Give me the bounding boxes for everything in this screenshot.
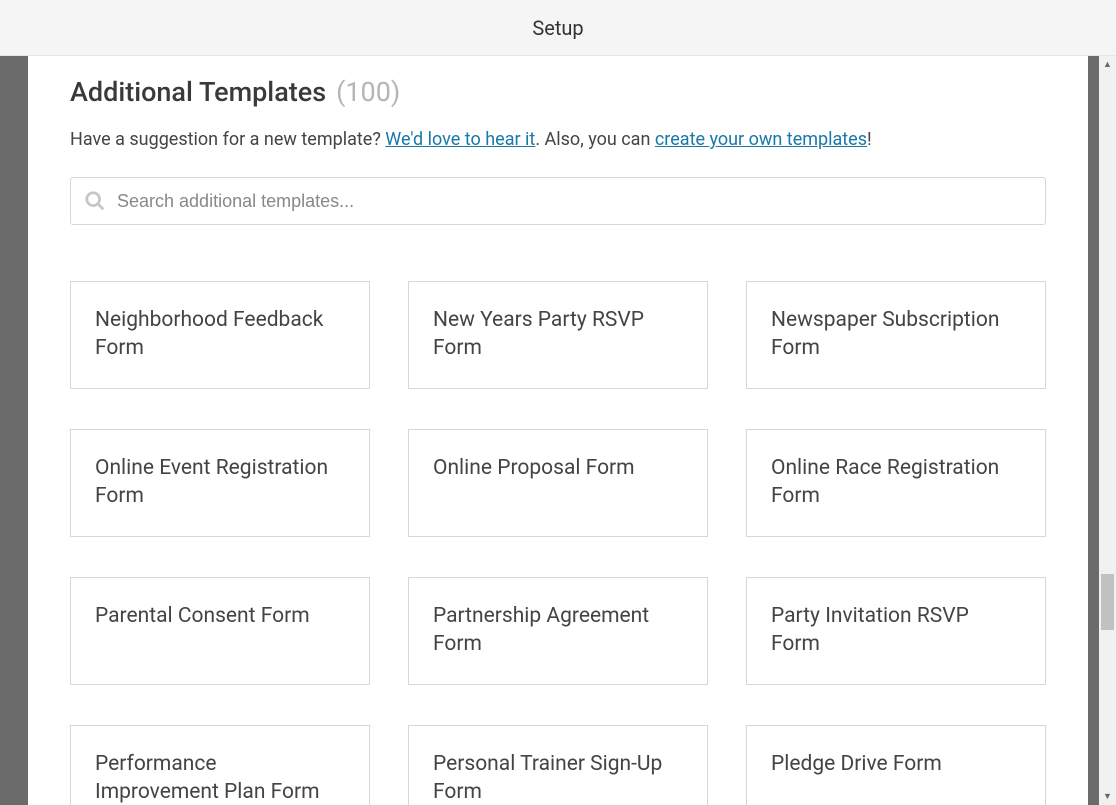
header-bar: Setup xyxy=(0,0,1116,56)
template-card[interactable]: Personal Trainer Sign-Up Form xyxy=(408,725,708,805)
template-label: Neighborhood Feedback Form xyxy=(95,306,345,363)
template-card[interactable]: Parental Consent Form xyxy=(70,577,370,685)
suggestion-link[interactable]: We'd love to hear it xyxy=(385,129,535,150)
template-label: Online Event Registration Form xyxy=(95,454,345,511)
template-card[interactable]: Performance Improvement Plan Form xyxy=(70,725,370,805)
template-card[interactable]: Party Invitation RSVP Form xyxy=(746,577,1046,685)
template-label: Newspaper Subscription Form xyxy=(771,306,1021,363)
template-card[interactable]: Newspaper Subscription Form xyxy=(746,281,1046,389)
page-title-row: Additional Templates (100) xyxy=(70,76,1046,108)
template-label: New Years Party RSVP Form xyxy=(433,306,683,363)
subhead-text: Have a suggestion for a new template? We… xyxy=(70,126,1046,153)
content-outer: Additional Templates (100) Have a sugges… xyxy=(0,56,1116,805)
template-label: Personal Trainer Sign-Up Form xyxy=(433,750,683,805)
template-card[interactable]: Pledge Drive Form xyxy=(746,725,1046,805)
template-label: Performance Improvement Plan Form xyxy=(95,750,345,805)
main-panel: Additional Templates (100) Have a sugges… xyxy=(28,56,1088,805)
scrollbar-track[interactable]: ▲ ▼ xyxy=(1099,56,1116,805)
search-input[interactable] xyxy=(70,177,1046,225)
template-label: Online Race Registration Form xyxy=(771,454,1021,511)
subhead-before: Have a suggestion for a new template? xyxy=(70,129,385,150)
search-wrap xyxy=(70,177,1046,225)
left-gutter xyxy=(0,56,28,805)
template-card[interactable]: Online Event Registration Form xyxy=(70,429,370,537)
template-card[interactable]: Partnership Agreement Form xyxy=(408,577,708,685)
template-card[interactable]: Online Proposal Form xyxy=(408,429,708,537)
scrollbar-down-icon[interactable]: ▼ xyxy=(1099,788,1116,805)
template-label: Partnership Agreement Form xyxy=(433,602,683,659)
template-card[interactable]: Online Race Registration Form xyxy=(746,429,1046,537)
page-title: Additional Templates xyxy=(70,76,326,108)
create-templates-link[interactable]: create your own templates xyxy=(655,129,867,150)
scrollbar-thumb[interactable] xyxy=(1101,574,1114,630)
subhead-after: ! xyxy=(867,129,872,150)
header-title: Setup xyxy=(532,16,583,40)
template-card[interactable]: Neighborhood Feedback Form xyxy=(70,281,370,389)
template-label: Party Invitation RSVP Form xyxy=(771,602,1021,659)
page-title-count: (100) xyxy=(336,76,400,108)
template-label: Online Proposal Form xyxy=(433,454,635,482)
template-label: Pledge Drive Form xyxy=(771,750,942,778)
template-label: Parental Consent Form xyxy=(95,602,310,630)
template-card[interactable]: New Years Party RSVP Form xyxy=(408,281,708,389)
template-grid: Neighborhood Feedback Form New Years Par… xyxy=(70,281,1046,805)
subhead-mid: . Also, you can xyxy=(535,129,655,150)
scrollbar-up-icon[interactable]: ▲ xyxy=(1099,56,1116,73)
